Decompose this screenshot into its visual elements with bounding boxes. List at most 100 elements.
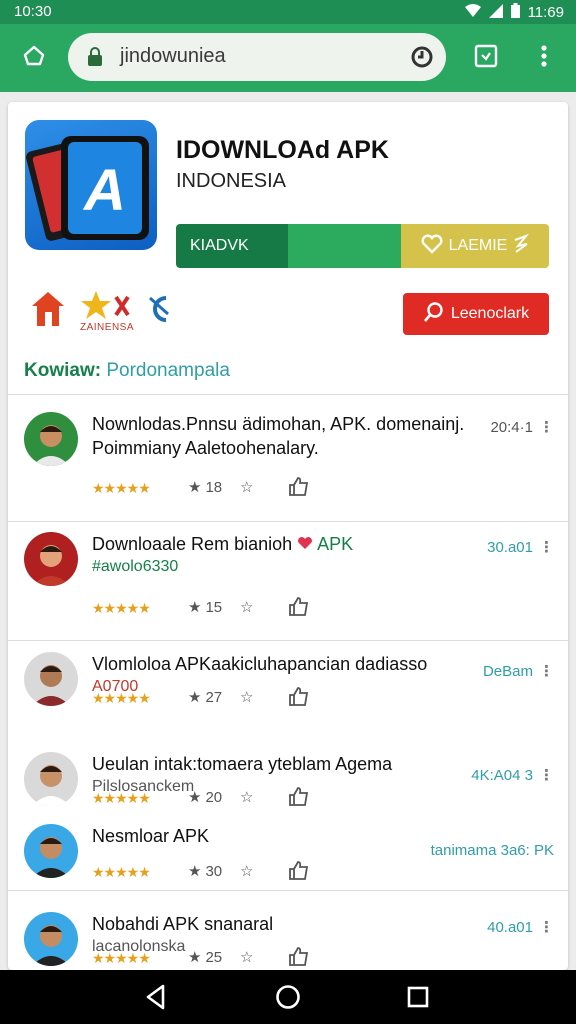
item-title-text: Nownlodas.Pnnsu ädimohan, APK. domenainj… xyxy=(92,414,465,434)
list-item[interactable]: Nobahdi APK snanaral lacanolonska ★★★★★ ★ 25… xyxy=(8,902,568,970)
item-count-value: 25 xyxy=(205,948,223,966)
star-icon: ★ xyxy=(188,949,202,966)
divider xyxy=(8,640,568,641)
bookmark-star-icon[interactable]: ☆ xyxy=(240,598,253,616)
item-time-text: 20:4·1 xyxy=(490,418,533,436)
item-count: ★ 18 xyxy=(188,478,223,497)
download-button[interactable]: KIADVK xyxy=(176,224,288,268)
category-label: Kowiaw: xyxy=(24,360,102,381)
navigation-bar xyxy=(0,970,576,1024)
item-time: DeBam ⋮ xyxy=(482,662,554,681)
overflow-menu-button[interactable] xyxy=(522,36,566,80)
url-text: jindowuniea xyxy=(120,45,226,67)
search-icon xyxy=(423,301,445,328)
thumbs-up-icon[interactable] xyxy=(288,476,310,501)
item-title-text: Ueulan intak:tomaera yteblam Agema xyxy=(92,754,393,774)
item-count-value: 27 xyxy=(205,688,223,706)
item-time: 30.a01 ⋮ xyxy=(487,538,554,557)
browser-toolbar: jindowuniea xyxy=(0,24,576,92)
avatar xyxy=(24,412,78,466)
item-meta: ★★★★★ ★ 27 ☆ xyxy=(92,686,332,711)
recents-button[interactable] xyxy=(404,982,434,1012)
item-title: Nobahdi APK snanaral xyxy=(92,914,492,935)
list-item[interactable]: Downloaale Rem bianioh APK #awolo6330 ★★★★… xyxy=(8,522,568,632)
star-icon: ★ xyxy=(188,479,202,496)
star-icon: ★ xyxy=(188,863,202,880)
item-count-value: 30 xyxy=(205,862,223,880)
back-icon xyxy=(143,984,169,1016)
thumbs-up-icon[interactable] xyxy=(288,860,310,885)
tab-switcher-icon xyxy=(474,44,498,73)
tabs-button[interactable] xyxy=(464,36,508,80)
item-time-text: tanimama 3a6: PK xyxy=(430,842,554,859)
item-meta: ★★★★★ ★ 15 ☆ xyxy=(92,596,332,621)
item-time-text: 40.a01 xyxy=(487,918,533,936)
item-subtitle: #awolo6330 xyxy=(92,558,179,575)
signal-icon xyxy=(488,3,503,22)
star-icon: ★ xyxy=(188,689,202,706)
item-title: Downloaale Rem bianioh APK xyxy=(92,534,492,555)
reload-icon[interactable] xyxy=(410,45,434,74)
app-title: IDOWNLOAd APK xyxy=(176,136,389,164)
item-menu-icon[interactable]: ⋮ xyxy=(539,418,554,436)
app-card: A IDOWNLOAd APK INDONESIA KIADVK LAEMIE … xyxy=(8,102,568,970)
avatar xyxy=(24,824,78,878)
item-title: Vlomloloa APKaakicluhapancian dadiasso xyxy=(92,654,492,675)
url-bar[interactable]: jindowuniea xyxy=(68,33,446,81)
bookmark-star-icon[interactable]: ☆ xyxy=(240,688,253,706)
thumbs-up-icon[interactable] xyxy=(288,686,310,711)
list-item[interactable]: Nownlodas.Pnnsu ädimohan, APK. domenainj… xyxy=(8,402,568,512)
lock-icon xyxy=(86,47,104,72)
app-subtitle: INDONESIA xyxy=(176,170,287,192)
item-count-value: 15 xyxy=(205,598,223,616)
back-button[interactable] xyxy=(143,982,173,1012)
bookmark-star-icon[interactable]: ☆ xyxy=(240,948,253,966)
avatar xyxy=(24,752,78,806)
item-count: ★ 27 xyxy=(188,688,223,707)
item-time-text: DeBam xyxy=(482,662,533,680)
item-time: 4K:A04 3 ⋮ xyxy=(471,766,554,785)
like-label: LAEMIE xyxy=(448,237,508,254)
item-title: Ueulan intak:tomaera yteblam Agema xyxy=(92,754,492,775)
item-count: ★ 20 xyxy=(188,788,223,807)
item-menu-icon[interactable]: ⋮ xyxy=(539,538,554,556)
star-icon: ★ xyxy=(188,599,202,616)
item-count: ★ 25 xyxy=(188,948,223,967)
action-row: KIADVK LAEMIE xyxy=(176,224,549,268)
item-menu-icon[interactable]: ⋮ xyxy=(539,662,554,680)
item-count: ★ 15 xyxy=(188,598,223,617)
category-value[interactable]: Pordonampala xyxy=(106,360,230,381)
bookmark-star-icon[interactable]: ☆ xyxy=(240,788,253,806)
search-button[interactable]: Leenoclark xyxy=(403,293,549,335)
item-menu-icon[interactable]: ⋮ xyxy=(539,918,554,936)
thumbs-up-icon[interactable] xyxy=(288,596,310,621)
item-menu-icon[interactable]: ⋮ xyxy=(539,766,554,784)
rating-stars-icon: ★★★★★ xyxy=(92,863,151,880)
item-title-text: Downloaale Rem bianioh xyxy=(92,534,293,554)
item-title-text: Vlomloloa APKaakicluhapancian dadiasso xyxy=(92,654,428,674)
bookmark-star-icon[interactable]: ☆ xyxy=(240,478,253,496)
status-time: 10:30 xyxy=(14,3,52,20)
bookmark-star-icon[interactable]: ☆ xyxy=(240,862,253,880)
like-button[interactable]: LAEMIE xyxy=(401,224,549,268)
house-badge-icon xyxy=(30,290,66,333)
item-count: ★ 30 xyxy=(188,862,223,881)
home-nav-button[interactable] xyxy=(273,982,303,1012)
heart-badge-icon xyxy=(292,534,317,554)
item-title: Nownlodas.Pnnsu ädimohan, APK. domenainj… xyxy=(92,414,492,435)
status-bar: 10:30 11:69 xyxy=(0,0,576,24)
item-count-value: 18 xyxy=(205,478,223,496)
thumbs-up-icon[interactable] xyxy=(288,946,310,970)
star-icon: ★ xyxy=(188,789,202,806)
rating-stars-icon: ★★★★★ xyxy=(92,949,151,966)
home-icon xyxy=(22,44,46,73)
avatar xyxy=(24,532,78,586)
thumbs-up-icon[interactable] xyxy=(288,786,310,811)
avatar xyxy=(24,652,78,706)
list-item[interactable]: Vlomloloa APKaakicluhapancian dadiasso A0… xyxy=(8,642,568,752)
home-button[interactable] xyxy=(12,36,56,80)
item-count-value: 20 xyxy=(205,788,223,806)
rating-stars-icon: ★★★★★ xyxy=(92,689,151,706)
item-time: 20:4·1 ⋮ xyxy=(490,418,554,437)
rating-stars-icon: ★★★★★ xyxy=(92,479,151,496)
